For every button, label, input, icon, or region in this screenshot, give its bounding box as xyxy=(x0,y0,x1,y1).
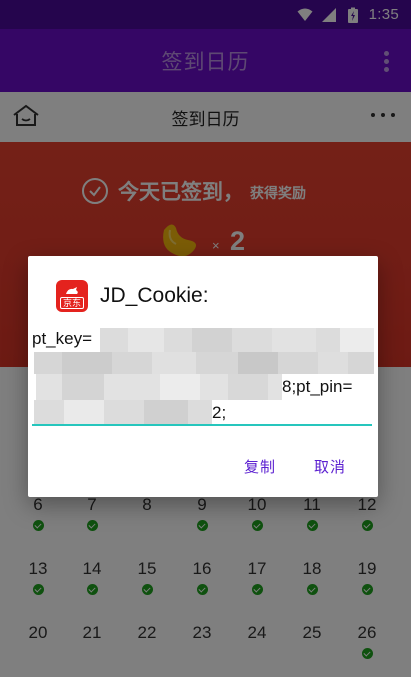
cookie-text-field[interactable]: pt_key= 8;pt_pin= 2; xyxy=(32,326,374,426)
field-underline xyxy=(32,424,372,426)
copy-button[interactable]: 复制 xyxy=(244,456,276,477)
cancel-button[interactable]: 取消 xyxy=(314,456,346,477)
dialog-header: 京东 JD_Cookie: xyxy=(56,280,209,312)
cookie-suffix: 2; xyxy=(212,403,227,422)
dialog-title: JD_Cookie: xyxy=(100,284,209,307)
jd-dog-icon xyxy=(66,287,78,294)
cookie-dialog: 京东 JD_Cookie: pt_key= 8;pt_pin= 2; 复制 取消 xyxy=(28,256,378,497)
cookie-middle: 8;pt_pin= xyxy=(282,377,353,396)
jd-app-logo: 京东 xyxy=(56,280,88,312)
dialog-actions: 复制 取消 xyxy=(244,456,346,477)
